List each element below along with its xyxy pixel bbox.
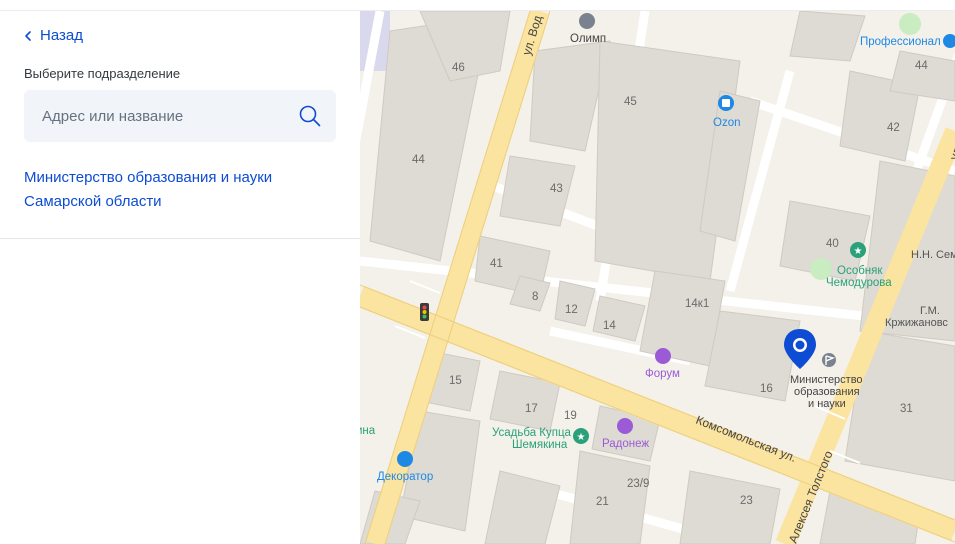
marker-label: Министерство — [790, 374, 863, 386]
house-number: 17 — [525, 403, 538, 415]
poi-label: Г.М. — [920, 305, 940, 317]
marker-label: образования — [794, 386, 860, 398]
house-number: 41 — [490, 258, 503, 270]
poi-nn-sem[interactable]: Н.Н. Сем — [911, 249, 955, 261]
house-number: 23 — [740, 495, 753, 507]
poi-label: Ozon — [713, 117, 741, 129]
flag-icon — [822, 353, 836, 367]
house-number: 14к1 — [685, 298, 709, 310]
poi-label: Усадьба Купца — [492, 427, 572, 439]
star-icon: ★ — [854, 246, 863, 257]
house-number: 23/9 — [627, 478, 649, 490]
map-canvas[interactable]: ул. Вод Комсомольская ул. Алексея Толсто… — [360, 11, 955, 544]
department-result-link[interactable]: Министерство образования и науки Самарск… — [24, 166, 324, 214]
house-number: 43 — [550, 183, 563, 195]
search-icon[interactable] — [298, 104, 322, 128]
traffic-light-icon — [420, 303, 429, 321]
house-number: 19 — [564, 410, 577, 422]
poi-label: Декоратор — [377, 471, 433, 483]
house-number: 8 — [532, 291, 538, 303]
poi-label: Олимп — [570, 33, 606, 45]
house-number: 16 — [760, 383, 773, 395]
poi-label: Форум — [645, 368, 680, 380]
house-number: 42 — [887, 122, 900, 134]
poi-label: Н.Н. Сем — [911, 249, 955, 261]
house-number: 15 — [449, 375, 462, 387]
green-area-icon — [899, 13, 921, 35]
house-number: 12 — [565, 304, 578, 316]
house-number: 14 — [603, 320, 616, 332]
back-button[interactable]: Назад — [22, 27, 83, 44]
chevron-left-icon — [25, 30, 31, 41]
house-number: 31 — [900, 403, 913, 415]
house-number: 45 — [624, 96, 637, 108]
marker-label: и науки — [808, 398, 846, 410]
section-label: Выберите подразделение — [24, 66, 181, 81]
search-box — [24, 90, 336, 142]
star-icon: ★ — [577, 432, 586, 443]
back-button-label: Назад — [40, 27, 83, 44]
search-input[interactable] — [24, 90, 284, 142]
poi-label: Особняк — [837, 265, 883, 277]
poi-label: Шемякина — [512, 439, 568, 451]
poi-label-cut: ина — [360, 425, 376, 437]
poi-label: Чемодурова — [826, 277, 892, 289]
house-number: 44 — [915, 60, 928, 72]
house-number: 46 — [452, 62, 465, 74]
poi-label: Профессионал — [860, 36, 941, 48]
poi-label: Радонеж — [602, 438, 649, 450]
map[interactable]: ул. Вод Комсомольская ул. Алексея Толсто… — [360, 11, 955, 544]
divider — [0, 238, 360, 239]
house-number: 21 — [596, 496, 609, 508]
house-number: 40 — [826, 238, 839, 250]
sidebar: Назад Выберите подразделение Министерств… — [0, 11, 360, 544]
poi-label: Кржижановс — [885, 317, 948, 329]
house-number: 44 — [412, 154, 425, 166]
